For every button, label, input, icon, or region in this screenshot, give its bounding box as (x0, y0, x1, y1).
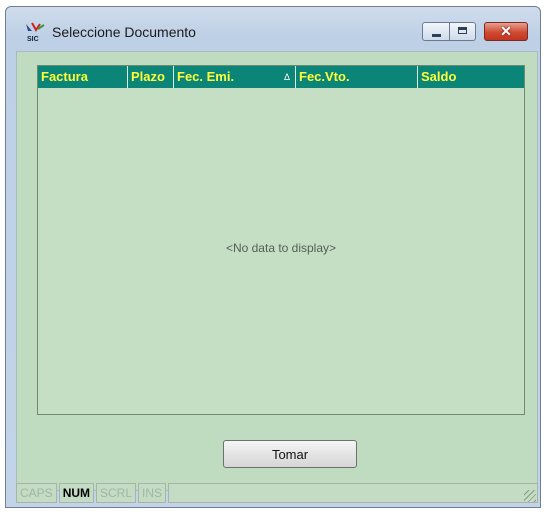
column-label: Fec. Emi. (177, 69, 235, 84)
tomar-button[interactable]: Tomar (223, 440, 357, 468)
grid-header: Factura Plazo Fec. Emi. Δ Fec.Vto. Saldo (38, 66, 524, 88)
minimize-button[interactable] (422, 22, 450, 41)
column-label: Saldo (421, 69, 457, 84)
column-label: Plazo (131, 69, 165, 84)
column-header-plazo[interactable]: Plazo (128, 66, 174, 88)
column-label: Factura (41, 69, 88, 84)
minimize-icon (432, 34, 441, 37)
close-icon: ✕ (500, 23, 512, 39)
sort-ascending-icon: Δ (283, 72, 290, 82)
maximize-icon (458, 27, 467, 34)
status-panel-caps: CAPS (16, 483, 57, 503)
window-title: Seleccione Documento (52, 24, 196, 40)
column-header-factura[interactable]: Factura (38, 66, 128, 88)
svg-text:SIC: SIC (27, 36, 39, 43)
column-label: Fec.Vto. (299, 69, 350, 84)
close-button[interactable]: ✕ (484, 22, 528, 41)
maximize-button[interactable] (449, 22, 476, 41)
status-panel-scrl: SCRL (96, 483, 137, 503)
dialog-client-area: Factura Plazo Fec. Emi. Δ Fec.Vto. Saldo… (16, 51, 538, 491)
column-header-fec-vto[interactable]: Fec.Vto. (296, 66, 418, 88)
status-panel-ins: INS (138, 483, 167, 503)
resize-grip-icon[interactable] (524, 490, 536, 502)
documents-grid[interactable]: Factura Plazo Fec. Emi. Δ Fec.Vto. Saldo… (37, 65, 525, 415)
title-bar[interactable]: SIC Seleccione Documento ✕ (6, 7, 540, 47)
status-panel-num: NUM (58, 483, 95, 503)
app-logo-icon: SIC (26, 22, 45, 43)
status-bar: CAPS NUM SCRL INS (16, 482, 538, 504)
column-header-fec-emi[interactable]: Fec. Emi. Δ (174, 66, 296, 88)
status-panel-empty (168, 483, 538, 503)
dialog-window: SIC Seleccione Documento ✕ Factura Plazo… (5, 6, 541, 508)
empty-grid-message: <No data to display> (225, 241, 337, 255)
column-header-saldo[interactable]: Saldo (418, 66, 524, 88)
